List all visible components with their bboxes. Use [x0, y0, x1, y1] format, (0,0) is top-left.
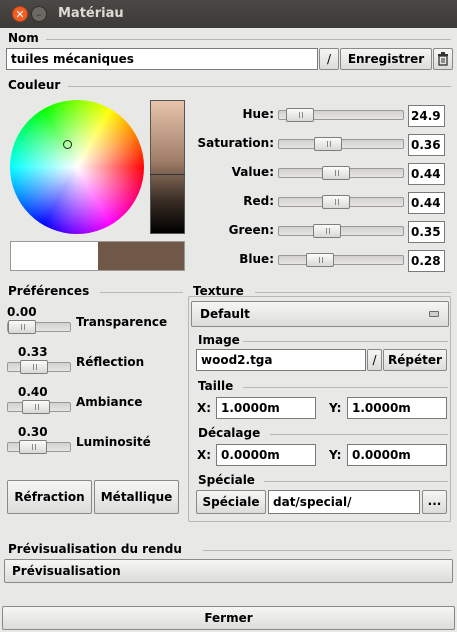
transparence-label: Transparence [76, 315, 168, 329]
image-filename-input[interactable]: wood2.tga [196, 349, 366, 371]
nom-section-label: Nom [8, 31, 39, 45]
luminosite-slider[interactable] [7, 440, 71, 454]
name-slash-button[interactable]: / [319, 48, 339, 70]
save-button[interactable]: Enregistrer [340, 48, 432, 70]
blue-label: Blue: [239, 252, 274, 266]
close-button[interactable]: Fermer [2, 606, 455, 630]
close-window-icon[interactable]: ✕ [12, 6, 28, 22]
hue-label: Hue: [242, 107, 274, 121]
luminosite-slider-thumb[interactable] [19, 440, 47, 454]
green-slider[interactable] [278, 224, 404, 238]
taille-y-input[interactable]: 1.0000m [347, 397, 447, 419]
color-wheel[interactable] [10, 100, 144, 234]
taille-x-input[interactable]: 1.0000m [216, 397, 316, 419]
red-slider[interactable] [278, 195, 404, 209]
luminosite-label: Luminosité [76, 435, 151, 449]
image-section-label: Image [198, 333, 240, 347]
reflection-slider-thumb[interactable] [20, 360, 48, 374]
value-gradient-bar[interactable] [150, 100, 185, 234]
blue-value-input[interactable]: 0.28 [408, 250, 445, 272]
green-label: Green: [228, 223, 274, 237]
transparence-slider[interactable] [7, 320, 71, 334]
value-slider[interactable] [278, 166, 404, 180]
taille-x-label: X: [197, 401, 212, 415]
saturation-label: Saturation: [197, 136, 274, 150]
reflection-slider[interactable] [7, 360, 71, 374]
metallique-button[interactable]: Métallique [94, 480, 179, 514]
blue-slider-thumb[interactable] [306, 253, 334, 267]
image-slash-button[interactable]: / [367, 349, 382, 371]
hue-value-input[interactable]: 24.9 [408, 105, 445, 127]
window-title: Matériau [58, 6, 124, 21]
reflection-label: Réflection [76, 355, 145, 369]
green-slider-thumb[interactable] [313, 224, 341, 238]
taille-divider [243, 387, 448, 388]
speciale-button[interactable]: Spéciale [196, 490, 266, 514]
transparence-slider-thumb[interactable] [8, 320, 36, 334]
ambiance-label: Ambiance [76, 395, 143, 409]
trash-icon [438, 52, 448, 66]
saturation-slider[interactable] [278, 137, 404, 151]
texture-dropdown[interactable]: Default [191, 301, 449, 327]
value-slider-thumb[interactable] [322, 166, 350, 180]
red-value-input[interactable]: 0.44 [408, 192, 445, 214]
decalage-divider [270, 434, 448, 435]
ambiance-value: 0.40 [18, 385, 48, 399]
preferences-divider [100, 292, 183, 293]
decalage-x-label: X: [197, 448, 212, 462]
taille-y-label: Y: [329, 401, 342, 415]
hue-slider[interactable] [278, 108, 404, 122]
speciale-section-label: Spéciale [198, 473, 255, 487]
green-value-input[interactable]: 0.35 [408, 221, 445, 243]
preferences-section-label: Préférences [8, 284, 90, 298]
red-label: Red: [243, 194, 274, 208]
red-slider-thumb[interactable] [322, 195, 350, 209]
refraction-button[interactable]: Réfraction [7, 480, 92, 514]
speciale-divider [264, 481, 448, 482]
hue-slider-thumb[interactable] [286, 108, 314, 122]
decalage-section-label: Décalage [198, 426, 261, 440]
decalage-x-input[interactable]: 0.0000m [216, 444, 316, 466]
dropdown-indicator-icon [429, 311, 439, 317]
repeat-button[interactable]: Répéter [383, 349, 447, 371]
decalage-y-input[interactable]: 0.0000m [347, 444, 447, 466]
texture-divider [255, 292, 451, 293]
value-label: Value: [231, 165, 274, 179]
minimize-window-icon[interactable]: – [31, 6, 47, 22]
value-gradient-marker[interactable] [150, 174, 185, 175]
blue-slider[interactable] [278, 253, 404, 267]
delete-button[interactable] [433, 48, 453, 70]
image-divider [243, 341, 448, 342]
title-bar: ✕ – Matériau [0, 0, 457, 28]
saturation-slider-thumb[interactable] [314, 137, 342, 151]
reflection-value: 0.33 [18, 345, 48, 359]
ambiance-slider[interactable] [7, 400, 71, 414]
name-input[interactable]: tuiles mécaniques [6, 48, 318, 70]
luminosite-value: 0.30 [18, 425, 48, 439]
transparence-value: 0.00 [7, 305, 37, 319]
couleur-divider [68, 86, 451, 87]
preview-old-color [10, 241, 98, 271]
ambiance-slider-thumb[interactable] [22, 400, 50, 414]
saturation-value-input[interactable]: 0.36 [408, 134, 445, 156]
preview-new-color [98, 241, 185, 271]
browse-button[interactable]: ... [422, 490, 447, 514]
texture-dropdown-value: Default [200, 307, 250, 321]
nom-divider [46, 39, 451, 40]
color-wheel-cursor[interactable] [63, 140, 72, 149]
taille-section-label: Taille [198, 379, 234, 393]
decalage-y-label: Y: [329, 448, 342, 462]
speciale-path-input[interactable]: dat/special/ [268, 490, 420, 514]
preview-section-label: Prévisualisation du rendu [8, 542, 182, 556]
preview-divider [203, 550, 451, 551]
value-value-input[interactable]: 0.44 [408, 163, 445, 185]
preview-button[interactable]: Prévisualisation [4, 559, 453, 583]
couleur-section-label: Couleur [8, 78, 61, 92]
